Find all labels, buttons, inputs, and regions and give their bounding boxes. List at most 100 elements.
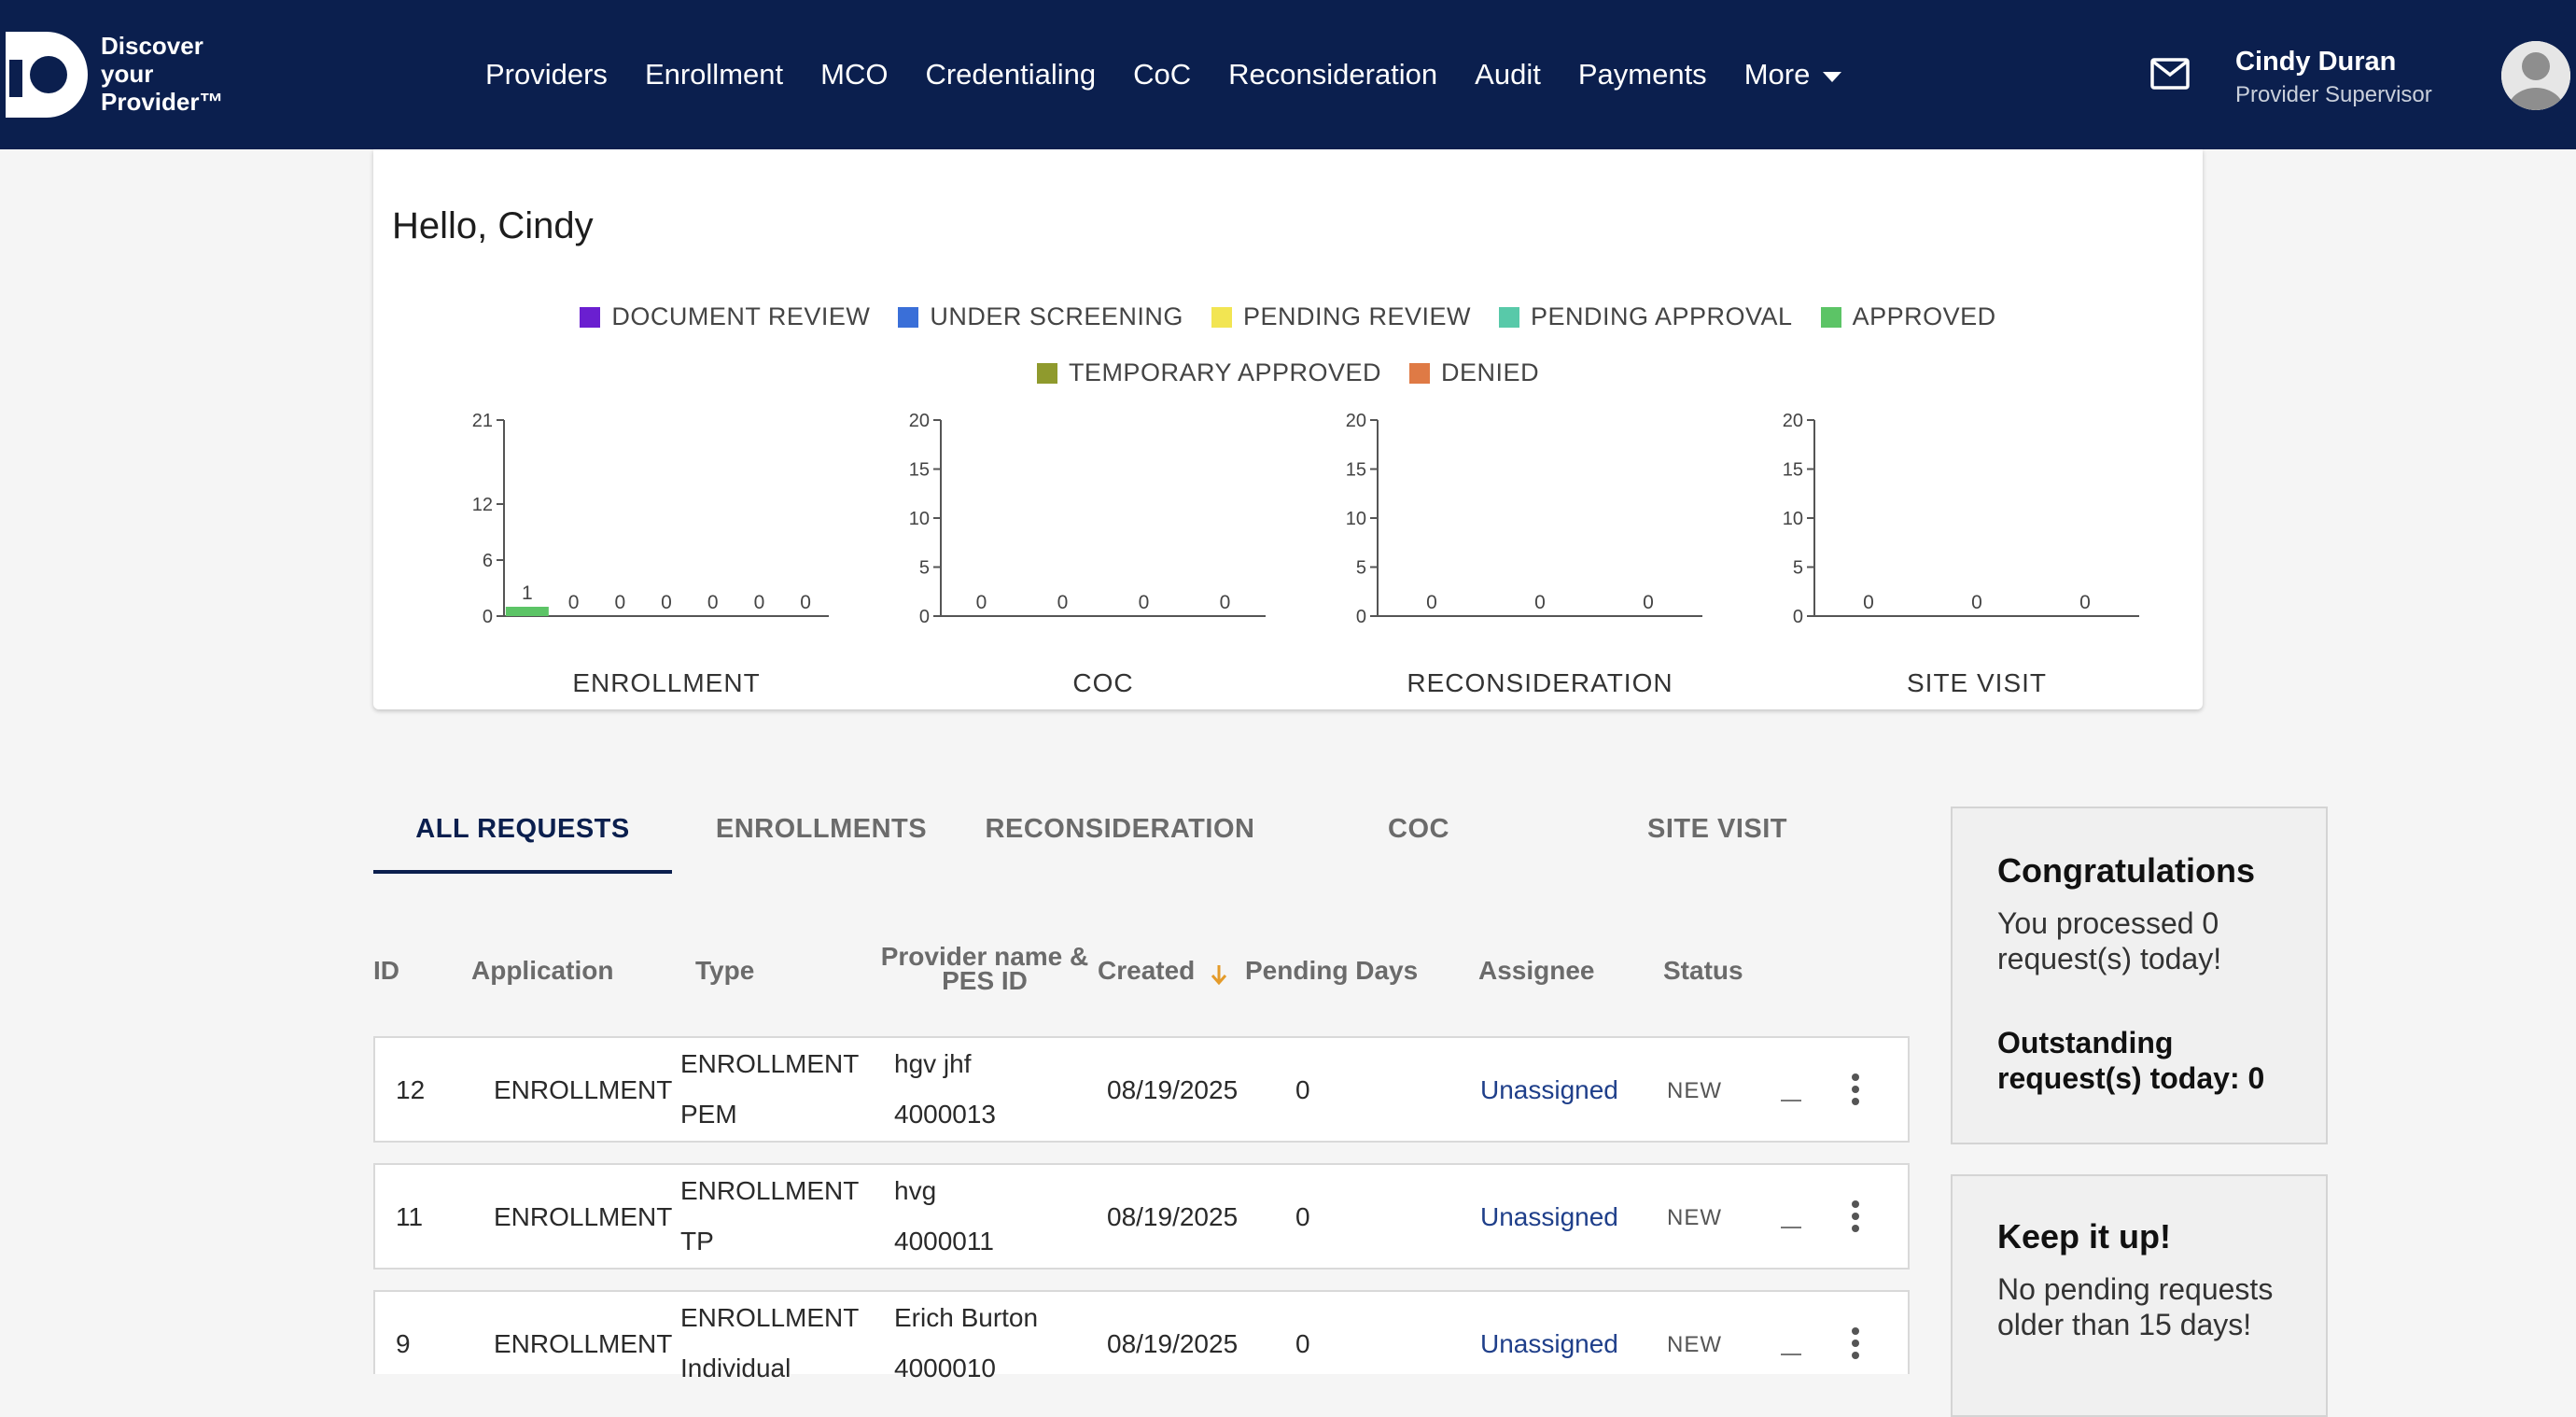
data-label: 0 — [1220, 592, 1231, 613]
more-options-icon[interactable] — [1848, 1073, 1863, 1111]
keep-it-up-panel: Keep it up! No pending requests older th… — [1951, 1174, 2328, 1417]
tab-site-visit[interactable]: SITE VISIT — [1568, 795, 1867, 874]
cell-pes-id: 4000013 — [894, 1100, 997, 1129]
data-label: 0 — [614, 592, 625, 613]
data-label: 1 — [522, 582, 533, 604]
column-header-type[interactable]: Type — [695, 956, 754, 986]
greeting-heading: Hello, Cindy — [392, 205, 594, 246]
dash-icon — [1781, 1227, 1801, 1228]
tab-all-requests[interactable]: ALL REQUESTS — [373, 795, 672, 874]
legend-label: DOCUMENT REVIEW — [611, 302, 871, 330]
legend-item-temporary-approved: TEMPORARY APPROVED — [1036, 358, 1381, 387]
nav-payments[interactable]: Payments — [1578, 58, 1707, 91]
legend-swatch — [1820, 306, 1841, 328]
more-options-icon[interactable] — [1848, 1327, 1863, 1365]
cell-created: 08/19/2025 — [1107, 1202, 1239, 1231]
nav-audit[interactable]: Audit — [1475, 58, 1541, 91]
y-tick-label: 0 — [1793, 607, 1803, 627]
mail-icon[interactable] — [2150, 58, 2190, 90]
user-avatar-icon — [2501, 41, 2570, 110]
y-tick-label: 21 — [472, 411, 493, 431]
request-tabs: ALL REQUESTS ENROLLMENTS RECONSIDERATION… — [373, 795, 1867, 874]
chevron-down-icon — [1823, 71, 1842, 82]
y-tick-label: 5 — [919, 558, 930, 579]
table-row[interactable]: 11 ENROLLMENT ENROLLMENT TP hvg 4000011 … — [373, 1163, 1910, 1270]
cell-assignee-link[interactable]: Unassigned — [1480, 1075, 1618, 1105]
nav-mco[interactable]: MCO — [820, 58, 888, 91]
data-label: 0 — [754, 592, 765, 613]
user-name[interactable]: Cindy Duran — [2235, 47, 2396, 77]
column-header-pending-days[interactable]: Pending Days — [1245, 956, 1418, 986]
y-tick-label: 5 — [1356, 558, 1366, 579]
top-navigation-bar: Discover your Provider™ Providers Enroll… — [0, 0, 2576, 149]
brand-line-1: Discover — [101, 32, 203, 60]
legend-label: UNDER SCREENING — [930, 302, 1183, 330]
nav-enrollment[interactable]: Enrollment — [645, 58, 783, 91]
data-label: 0 — [1643, 592, 1654, 613]
y-tick-label: 0 — [483, 607, 493, 627]
column-header-application[interactable]: Application — [471, 956, 613, 986]
cell-subtype: Individual — [680, 1354, 791, 1382]
sort-down-icon[interactable] — [1210, 963, 1228, 986]
nav-coc[interactable]: CoC — [1133, 58, 1191, 91]
data-label: 0 — [1426, 592, 1437, 613]
tab-enrollments[interactable]: ENROLLMENTS — [672, 795, 971, 874]
cell-pes-id: 4000011 — [894, 1227, 994, 1256]
main-nav: Providers Enrollment MCO Credentialing C… — [485, 49, 1842, 101]
chart-title-site-visit: SITE VISIT — [1906, 668, 2048, 697]
nav-providers[interactable]: Providers — [485, 58, 608, 91]
status-badge: NEW — [1667, 1332, 1722, 1357]
data-label: 0 — [661, 592, 672, 613]
column-header-id[interactable]: ID — [373, 956, 399, 986]
cell-assignee-link[interactable]: Unassigned — [1480, 1202, 1618, 1232]
y-tick-label: 20 — [909, 411, 930, 431]
y-tick-label: 10 — [909, 509, 930, 529]
legend-swatch — [1211, 306, 1232, 328]
brand-line-3: Provider™ — [101, 88, 224, 116]
legend-label: PENDING REVIEW — [1242, 302, 1471, 330]
legend-item-under-screening: UNDER SCREENING — [898, 302, 1183, 331]
y-tick-label: 0 — [919, 607, 930, 627]
data-label: 0 — [1057, 592, 1069, 613]
cell-provider-name: Erich Burton — [894, 1303, 1039, 1332]
data-label: 0 — [1971, 592, 1982, 613]
outstanding-requests-text: Outstanding request(s) today: 0 — [1997, 1026, 2265, 1095]
processed-today-text: You processed 0 request(s) today! — [1997, 906, 2222, 975]
column-header-status[interactable]: Status — [1663, 956, 1743, 986]
column-header-provider[interactable]: Provider name & PES ID — [877, 944, 1092, 994]
y-tick-label: 10 — [1346, 509, 1366, 529]
tab-coc[interactable]: COC — [1269, 795, 1568, 874]
more-options-icon[interactable] — [1848, 1200, 1863, 1238]
nav-reconsideration[interactable]: Reconsideration — [1228, 58, 1437, 91]
legend-item-denied: DENIED — [1409, 358, 1539, 387]
table-row[interactable]: 9 ENROLLMENT ENROLLMENT Individual Erich… — [373, 1290, 1910, 1382]
legend-swatch — [898, 306, 919, 328]
cell-created: 08/19/2025 — [1107, 1329, 1239, 1358]
table-row[interactable]: 12 ENROLLMENT ENROLLMENT PEM hgv jhf 400… — [373, 1036, 1910, 1143]
dash-icon — [1781, 1354, 1801, 1355]
cell-pending-days: 0 — [1295, 1075, 1310, 1104]
brand-name: Discover your Provider™ — [101, 32, 224, 116]
nav-credentialing[interactable]: Credentialing — [925, 58, 1096, 91]
legend-swatch — [1036, 362, 1057, 384]
column-header-created[interactable]: Created — [1098, 956, 1195, 986]
cell-type: ENROLLMENT — [680, 1049, 860, 1078]
cell-provider-name: hgv jhf — [894, 1049, 972, 1078]
nav-more-dropdown[interactable]: More — [1744, 58, 1842, 91]
y-tick-label: 12 — [472, 495, 493, 515]
cell-assignee-link[interactable]: Unassigned — [1480, 1329, 1618, 1359]
logo-icon[interactable] — [6, 32, 88, 118]
cell-pes-id: 4000010 — [894, 1354, 997, 1382]
cell-application: ENROLLMENT — [494, 1075, 673, 1104]
status-badge: NEW — [1667, 1078, 1722, 1103]
cell-pending-days: 0 — [1295, 1329, 1310, 1358]
column-header-assignee[interactable]: Assignee — [1478, 956, 1595, 986]
avatar[interactable] — [2501, 41, 2570, 110]
status-badge: NEW — [1667, 1205, 1722, 1230]
chart-legend-row-1: DOCUMENT REVIEW UNDER SCREENING PENDING … — [0, 302, 2576, 331]
tab-reconsideration[interactable]: RECONSIDERATION — [971, 795, 1269, 874]
congratulations-panel: Congratulations You processed 0 request(… — [1951, 807, 2328, 1144]
y-tick-label: 6 — [483, 551, 493, 571]
cell-application: ENROLLMENT — [494, 1202, 673, 1231]
y-tick-label: 15 — [909, 460, 930, 481]
